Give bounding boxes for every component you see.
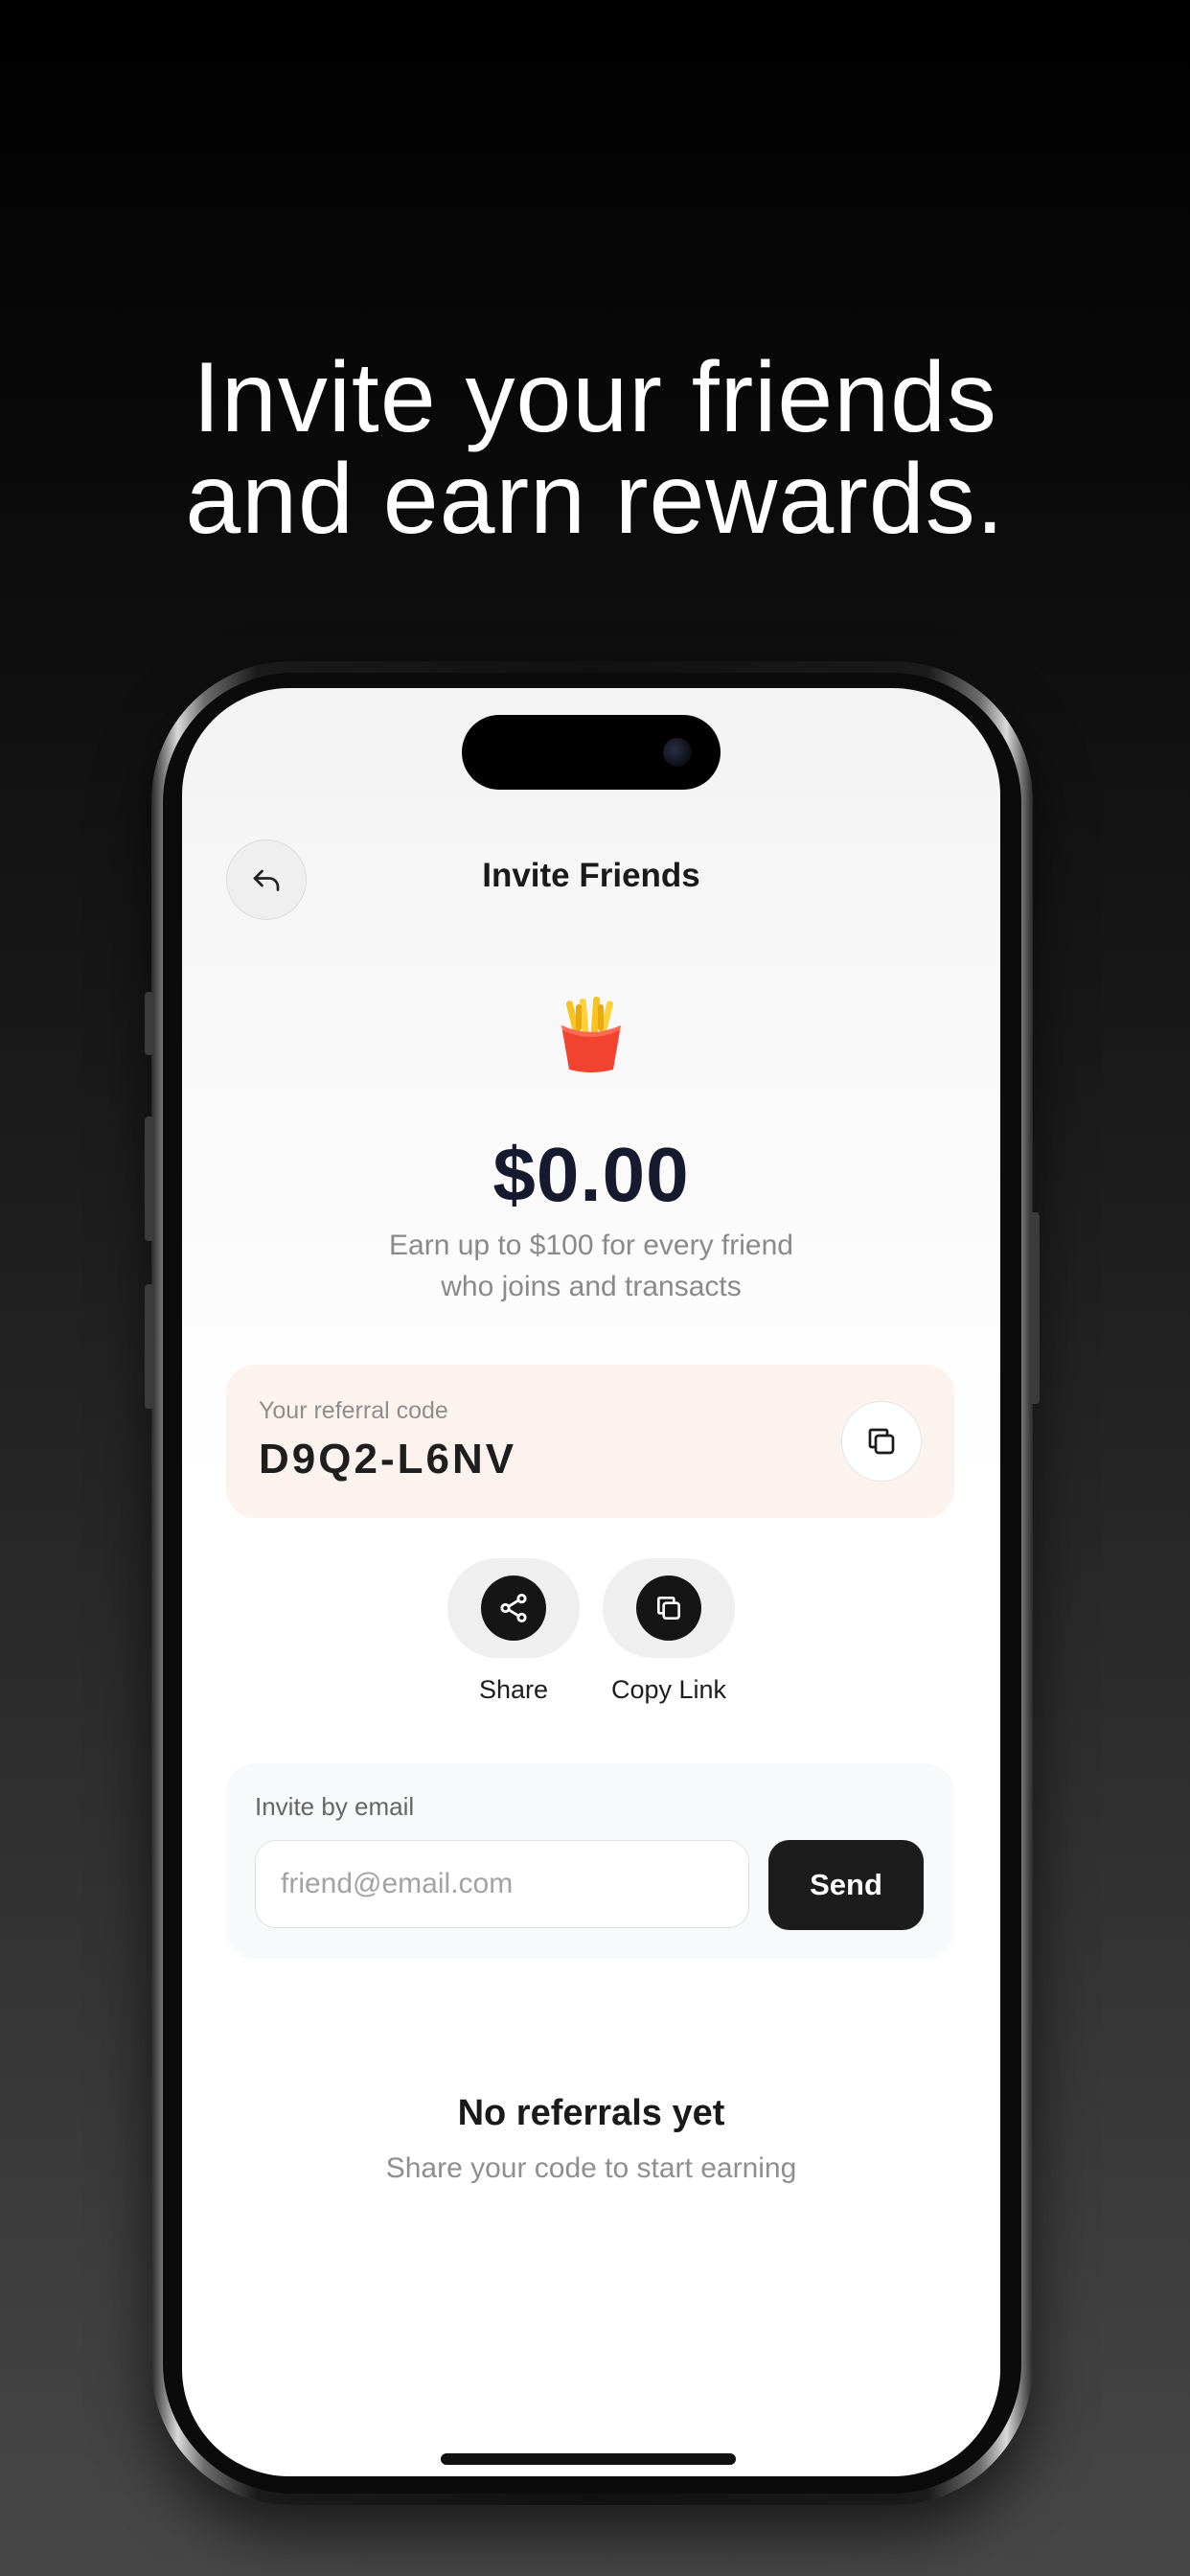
referral-code-card: Your referral code D9Q2-L6NV: [226, 1365, 954, 1518]
share-label: Share: [478, 1675, 549, 1704]
earnings-amount: $0.00: [492, 1132, 690, 1217]
dynamic-island: [462, 715, 721, 790]
invite-by-email-card: Invite by email Send: [226, 1763, 954, 1959]
send-button[interactable]: Send: [768, 1840, 924, 1930]
referral-code-label: Your referral code: [259, 1397, 448, 1424]
subtitle-line-1: Earn up to $100 for every friend: [389, 1230, 793, 1261]
share-action[interactable]: Share: [446, 1558, 581, 1705]
front-camera: [663, 738, 692, 767]
empty-state-subtitle: Share your code to start earning: [385, 2152, 797, 2184]
copy-icon: [868, 1428, 895, 1455]
phone-volume-down: [145, 1284, 154, 1409]
empty-state-title: No referrals yet: [457, 2093, 725, 2133]
copy-link-label: Copy Link: [610, 1675, 727, 1704]
share-icon-circle: [481, 1576, 546, 1641]
share-button[interactable]: [447, 1558, 580, 1658]
marketing-headline: Invite your friends and earn rewards.: [0, 347, 1190, 550]
phone-power-button: [1030, 1212, 1040, 1404]
copy-link-button[interactable]: [603, 1558, 735, 1658]
headline-line-1: Invite your friends: [193, 342, 997, 453]
referral-code-value: D9Q2-L6NV: [259, 1436, 517, 1483]
copy-icon: [657, 1597, 680, 1620]
earnings-subtitle: Earn up to $100 for every friend who joi…: [182, 1225, 1000, 1307]
copy-code-button[interactable]: [841, 1401, 922, 1482]
copy-link-action[interactable]: Copy Link: [602, 1558, 736, 1705]
french-fries-icon: [556, 997, 627, 1073]
share-icon: [500, 1593, 527, 1623]
home-indicator[interactable]: [441, 2453, 736, 2465]
phone-volume-up: [145, 1116, 154, 1241]
phone-side-button: [145, 992, 154, 1055]
subtitle-line-2: who joins and transacts: [441, 1271, 742, 1302]
page-title: Invite Friends: [482, 857, 700, 894]
email-field[interactable]: [255, 1840, 749, 1928]
app-screen: Invite Friends $0.00 Earn up to $100 for…: [182, 688, 1000, 2476]
copy-link-icon-circle: [636, 1576, 701, 1641]
headline-line-2: and earn rewards.: [185, 444, 1005, 555]
invite-by-email-label: Invite by email: [255, 1792, 415, 1821]
